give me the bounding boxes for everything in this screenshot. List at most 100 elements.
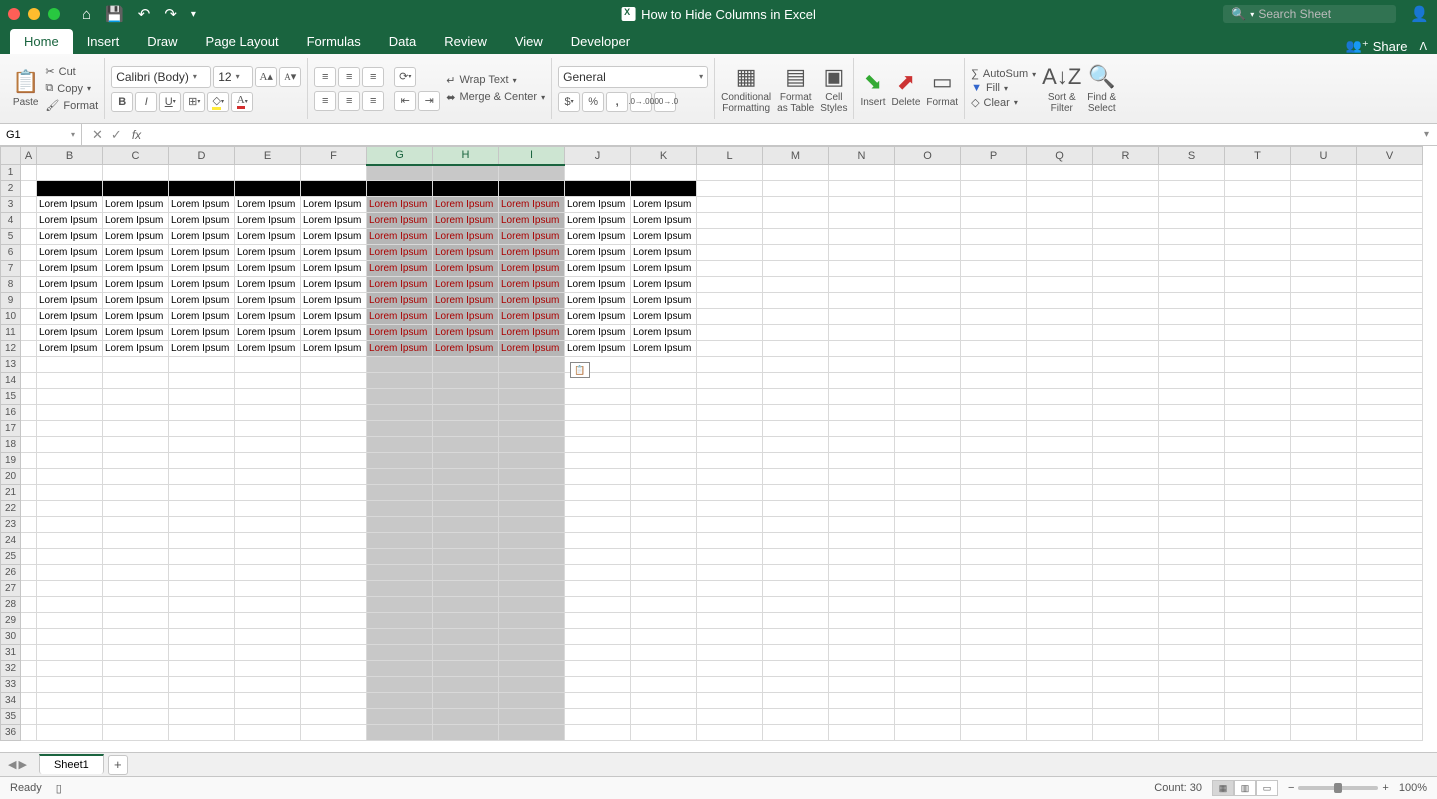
cell-G26[interactable] [367,565,433,581]
cell-J1[interactable] [565,165,631,181]
cell-L2[interactable] [697,181,763,197]
cell-U20[interactable] [1291,469,1357,485]
cell-J6[interactable]: Lorem Ipsum [565,245,631,261]
cell-I23[interactable] [499,517,565,533]
cell-D4[interactable]: Lorem Ipsum [169,213,235,229]
cell-I13[interactable] [499,357,565,373]
cell-P34[interactable] [961,693,1027,709]
cell-B19[interactable] [37,453,103,469]
cell-D2[interactable] [169,181,235,197]
cell-I7[interactable]: Lorem Ipsum [499,261,565,277]
cell-B26[interactable] [37,565,103,581]
cancel-formula-icon[interactable]: ✕ [92,127,103,143]
cell-U24[interactable] [1291,533,1357,549]
cell-P27[interactable] [961,581,1027,597]
cell-O17[interactable] [895,421,961,437]
cell-F16[interactable] [301,405,367,421]
cell-I2[interactable] [499,181,565,197]
cell-G1[interactable] [367,165,433,181]
cell-M4[interactable] [763,213,829,229]
cell-N7[interactable] [829,261,895,277]
cell-D23[interactable] [169,517,235,533]
cell-D15[interactable] [169,389,235,405]
cell-J22[interactable] [565,501,631,517]
cell-H22[interactable] [433,501,499,517]
cell-R35[interactable] [1093,709,1159,725]
cell-I10[interactable]: Lorem Ipsum [499,309,565,325]
cell-S6[interactable] [1159,245,1225,261]
cell-D16[interactable] [169,405,235,421]
cell-L32[interactable] [697,661,763,677]
cell-L26[interactable] [697,565,763,581]
row-header-30[interactable]: 30 [1,629,21,645]
cell-F12[interactable]: Lorem Ipsum [301,341,367,357]
orientation-button[interactable]: ⟳▾ [394,67,416,87]
cell-K11[interactable]: Lorem Ipsum [631,325,697,341]
cell-R6[interactable] [1093,245,1159,261]
cell-R10[interactable] [1093,309,1159,325]
cell-A28[interactable] [21,597,37,613]
cell-I33[interactable] [499,677,565,693]
cell-A35[interactable] [21,709,37,725]
cell-U29[interactable] [1291,613,1357,629]
cell-Q8[interactable] [1027,277,1093,293]
cell-E35[interactable] [235,709,301,725]
cell-H6[interactable]: Lorem Ipsum [433,245,499,261]
cell-Q34[interactable] [1027,693,1093,709]
cell-K33[interactable] [631,677,697,693]
cell-D12[interactable]: Lorem Ipsum [169,341,235,357]
cell-V15[interactable] [1357,389,1423,405]
cell-D25[interactable] [169,549,235,565]
cell-G29[interactable] [367,613,433,629]
cell-I3[interactable]: Lorem Ipsum [499,197,565,213]
cell-V14[interactable] [1357,373,1423,389]
cell-J35[interactable] [565,709,631,725]
align-top-button[interactable]: ≡ [314,67,336,87]
conditional-formatting-button[interactable]: ▦Conditional Formatting [721,64,771,114]
cell-B16[interactable] [37,405,103,421]
cell-T18[interactable] [1225,437,1291,453]
cell-R28[interactable] [1093,597,1159,613]
cell-S17[interactable] [1159,421,1225,437]
cell-H27[interactable] [433,581,499,597]
cell-F1[interactable] [301,165,367,181]
cell-H20[interactable] [433,469,499,485]
cell-J8[interactable]: Lorem Ipsum [565,277,631,293]
cell-S36[interactable] [1159,725,1225,741]
cell-M5[interactable] [763,229,829,245]
cell-U12[interactable] [1291,341,1357,357]
cell-F7[interactable]: Lorem Ipsum [301,261,367,277]
cell-P33[interactable] [961,677,1027,693]
cell-B23[interactable] [37,517,103,533]
cell-C6[interactable]: Lorem Ipsum [103,245,169,261]
row-header-14[interactable]: 14 [1,373,21,389]
cell-H13[interactable] [433,357,499,373]
cell-L7[interactable] [697,261,763,277]
cell-Q13[interactable] [1027,357,1093,373]
cell-G25[interactable] [367,549,433,565]
col-header-U[interactable]: U [1291,147,1357,165]
cell-Q1[interactable] [1027,165,1093,181]
cell-F18[interactable] [301,437,367,453]
cell-A19[interactable] [21,453,37,469]
cell-H11[interactable]: Lorem Ipsum [433,325,499,341]
cell-S25[interactable] [1159,549,1225,565]
cell-F6[interactable]: Lorem Ipsum [301,245,367,261]
align-middle-button[interactable]: ≡ [338,67,360,87]
cell-E31[interactable] [235,645,301,661]
cell-N11[interactable] [829,325,895,341]
cell-C3[interactable]: Lorem Ipsum [103,197,169,213]
cell-H9[interactable]: Lorem Ipsum [433,293,499,309]
cell-N18[interactable] [829,437,895,453]
cell-P30[interactable] [961,629,1027,645]
cell-E12[interactable]: Lorem Ipsum [235,341,301,357]
cell-H24[interactable] [433,533,499,549]
cell-A36[interactable] [21,725,37,741]
cell-M1[interactable] [763,165,829,181]
cell-F33[interactable] [301,677,367,693]
cell-Q26[interactable] [1027,565,1093,581]
cell-B31[interactable] [37,645,103,661]
search-input[interactable] [1258,7,1388,21]
cell-G11[interactable]: Lorem Ipsum [367,325,433,341]
cell-F5[interactable]: Lorem Ipsum [301,229,367,245]
